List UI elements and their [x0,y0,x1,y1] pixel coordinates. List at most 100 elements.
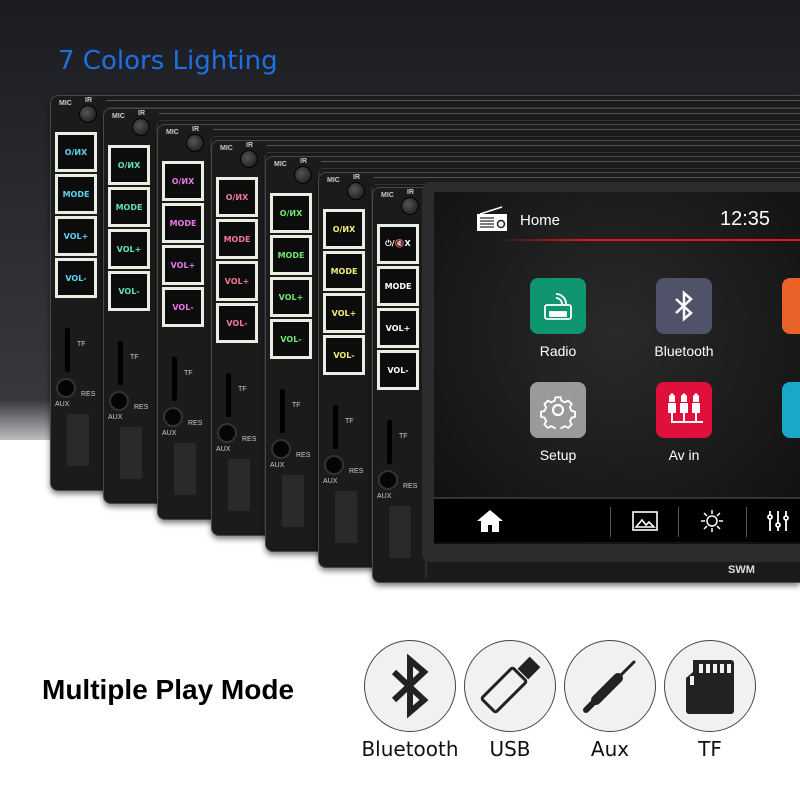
aux-port[interactable] [56,378,76,398]
power-mute-button[interactable]: O/ИX [108,145,150,185]
ir-sensor [240,150,258,168]
button-label: VOL- [333,350,355,360]
vol-down-button[interactable]: VOL- [377,350,419,390]
mode-tf [664,640,756,732]
vol-down-button[interactable]: VOL- [216,303,258,343]
aux-port[interactable] [109,391,129,411]
aux-label: AUX [108,414,123,421]
mode-button[interactable]: MODE [55,174,97,214]
usb-port[interactable] [120,427,142,479]
app-av-in[interactable] [656,382,712,438]
button-label: O/ИX [225,192,249,202]
reset-label: RES [242,436,257,443]
app-bluetooth[interactable] [656,278,712,334]
button-label: VOL- [172,302,194,312]
headline: 7 Colors Lighting [58,46,278,76]
touch-screen[interactable]: Home 12:35 Radio Bluetooth Setup Av in [434,192,800,544]
vol-up-button[interactable]: VOL+ [323,293,365,333]
ir-sensor [186,134,204,152]
button-label: VOL+ [331,308,357,318]
power-mute-button[interactable]: O/ИX [216,177,258,217]
equalizer-icon[interactable] [766,509,790,533]
mode-button[interactable]: MODE [323,251,365,291]
tf-label: TF [292,402,301,409]
power-mute-button[interactable]: O/ИX [162,161,204,201]
mode-button[interactable]: MODE [270,235,312,275]
usb-port[interactable] [67,414,89,466]
vol-up-button[interactable]: VOL+ [108,229,150,269]
aux-port[interactable] [324,455,344,475]
aux-port[interactable] [271,439,291,459]
button-label: ⏻/🔇X [385,239,411,248]
sd-card-icon [686,660,734,714]
button-label: MODE [62,189,90,199]
usb-port[interactable] [282,475,304,527]
ir-label: IR [246,142,253,149]
tf-label: TF [345,418,354,425]
reset-label: RES [403,483,418,490]
button-label: VOL+ [224,276,250,286]
vol-up-button[interactable]: VOL+ [270,277,312,317]
aux-port[interactable] [378,470,398,490]
tf-slot[interactable] [65,328,70,372]
vol-down-button[interactable]: VOL- [270,319,312,359]
tf-slot[interactable] [226,373,231,417]
vol-up-button[interactable]: VOL+ [162,245,204,285]
app-label: Radio [539,343,577,359]
vol-up-button[interactable]: VOL+ [55,216,97,256]
tf-slot[interactable] [172,357,177,401]
tf-slot[interactable] [387,420,392,464]
usb-port[interactable] [174,443,196,495]
tf-slot[interactable] [333,405,338,449]
usb-drive-icon [480,656,541,714]
power-mute-button[interactable]: ⏻/🔇X [377,224,419,264]
vol-down-button[interactable]: VOL- [162,287,204,327]
power-mute-button[interactable]: O/ИX [323,209,365,249]
button-label: VOL+ [170,260,196,270]
mode-button[interactable]: MODE [377,266,419,306]
image-icon[interactable] [632,511,658,531]
vol-up-button[interactable]: VOL+ [216,261,258,301]
vol-down-button[interactable]: VOL- [108,271,150,311]
button-label: VOL- [118,286,140,296]
vol-down-button[interactable]: VOL- [55,258,97,298]
tf-label: TF [130,354,139,361]
brightness-icon[interactable] [700,509,724,533]
app-label: Bluetooth [654,343,714,359]
aux-label: AUX [377,493,392,500]
app-setup[interactable] [530,382,586,438]
aux-label: AUX [55,401,70,408]
bluetooth-icon [675,290,693,322]
mode-button[interactable]: MODE [108,187,150,227]
tf-slot[interactable] [118,341,123,385]
tf-slot[interactable] [280,389,285,433]
usb-port[interactable] [389,506,411,558]
button-label: O/ИX [171,176,195,186]
button-label: VOL+ [116,244,142,254]
button-label: MODE [169,218,197,228]
aux-port[interactable] [217,423,237,443]
unit-rail [106,100,800,108]
mic-label: MIC [381,192,394,199]
vol-up-button[interactable]: VOL+ [377,308,419,348]
clock: 12:35 [720,208,771,230]
mic-label: MIC [274,161,287,168]
home-icon[interactable] [476,509,504,533]
tf-label: TF [184,370,193,377]
app-partial-1[interactable] [782,278,800,334]
mode-button[interactable]: MODE [216,219,258,259]
usb-port[interactable] [335,491,357,543]
usb-port[interactable] [228,459,250,511]
ir-sensor [294,166,312,184]
aux-port[interactable] [163,407,183,427]
ir-label: IR [85,97,92,104]
app-radio[interactable] [530,278,586,334]
reset-label: RES [349,468,364,475]
app-partial-2[interactable] [782,382,800,438]
vol-down-button[interactable]: VOL- [323,335,365,375]
power-mute-button[interactable]: O/ИX [270,193,312,233]
reset-label: RES [134,404,149,411]
dock-separator [746,507,747,537]
mode-button[interactable]: MODE [162,203,204,243]
power-mute-button[interactable]: O/ИX [55,132,97,172]
